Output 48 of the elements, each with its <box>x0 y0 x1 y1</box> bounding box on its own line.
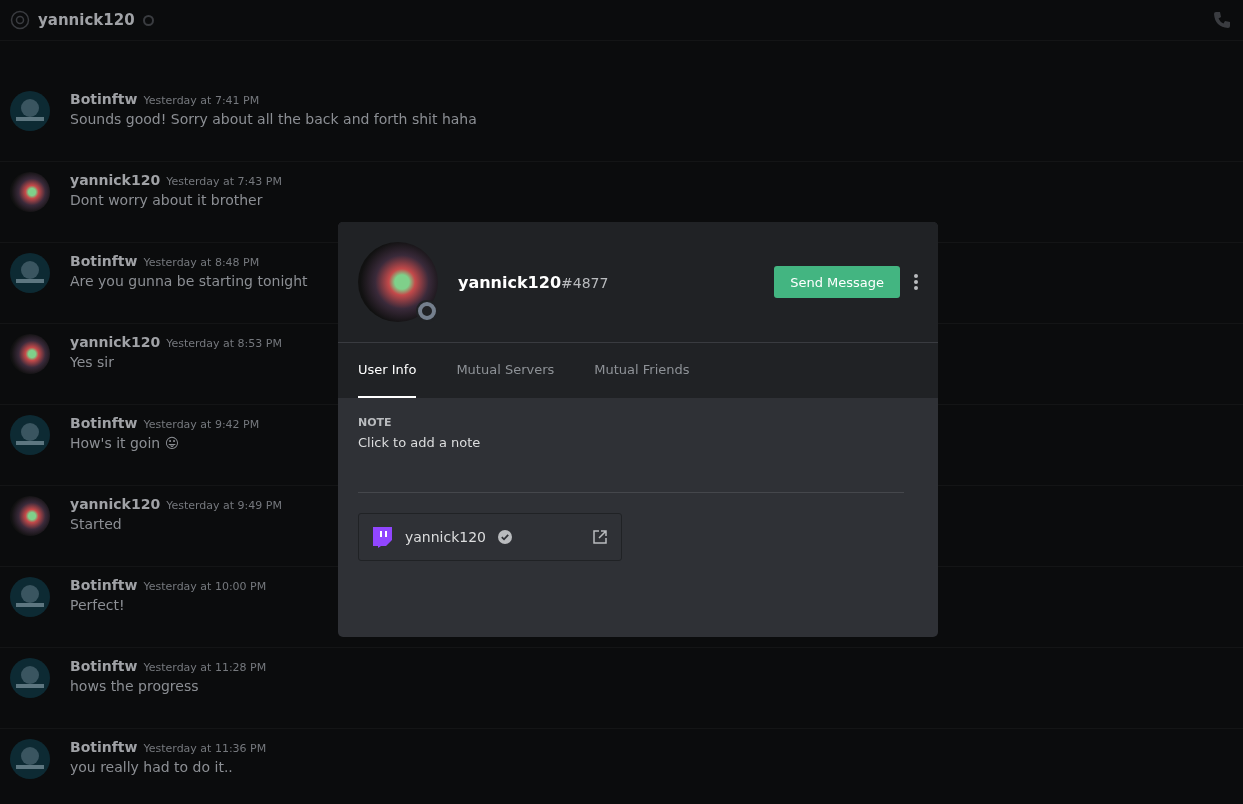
note-field[interactable]: Click to add a note <box>358 429 904 493</box>
avatar-logo <box>10 739 50 779</box>
message-text: hows the progress <box>70 678 200 694</box>
message-timestamp: Yesterday at 9:42 PM <box>143 418 260 431</box>
message-text: Sounds good! Sorry about all the back and forth shit haha <box>70 111 477 127</box>
message-text: you really had to do it.. <box>70 759 234 775</box>
message-timestamp: Yesterday at 8:53 PM <box>166 337 282 350</box>
channel-title: yannick120 <box>38 11 135 29</box>
profile-username: yannick120#4877 <box>458 272 609 292</box>
avatar-logo <box>10 577 50 617</box>
message-timestamp: Yesterday at 11:28 PM <box>143 661 267 674</box>
message-author[interactable]: Botinftw <box>70 739 138 755</box>
message-timestamp: Yesterday at 7:43 PM <box>166 175 282 188</box>
message-text: Are you gunna be starting tonight <box>70 273 308 289</box>
profile-tab[interactable]: Mutual Friends <box>594 343 690 398</box>
message-timestamp: Yesterday at 9:49 PM <box>166 499 282 512</box>
avatar-logo <box>10 91 50 131</box>
message-timestamp: Yesterday at 10:00 PM <box>143 580 267 593</box>
avatar-logo <box>10 658 50 698</box>
message-author[interactable]: yannick120 <box>70 334 161 350</box>
message-author[interactable]: Botinftw <box>70 91 138 107</box>
message-text: Yes sir <box>70 354 115 370</box>
message-author[interactable]: Botinftw <box>70 415 138 431</box>
message-author[interactable]: Botinftw <box>70 577 138 593</box>
profile-tab[interactable]: Mutual Servers <box>456 343 555 398</box>
external-link-icon[interactable] <box>593 530 607 544</box>
connection-name: yannick120 <box>405 529 487 545</box>
avatar-logo <box>10 253 50 293</box>
message-author[interactable]: yannick120 <box>70 172 161 188</box>
profile-tab[interactable]: User Info <box>358 343 417 398</box>
message-author[interactable]: yannick120 <box>70 496 161 512</box>
note-heading: NOTE <box>358 416 393 429</box>
message-text: Dont worry about it brother <box>70 192 264 208</box>
more-options-icon[interactable] <box>914 274 918 290</box>
message-author[interactable]: Botinftw <box>70 253 138 269</box>
message-timestamp: Yesterday at 11:36 PM <box>143 742 267 755</box>
message-text: Started <box>70 516 123 532</box>
message-text: How's it goin 😛 <box>70 435 181 451</box>
message-author[interactable]: Botinftw <box>70 658 138 674</box>
avatar-logo <box>10 415 50 455</box>
avatar-nebula-image <box>10 172 50 212</box>
message-timestamp: Yesterday at 8:48 PM <box>143 256 260 269</box>
twitch-logo-icon <box>371 526 393 548</box>
avatar-nebula-image <box>10 334 50 374</box>
status-icon <box>142 14 154 26</box>
avatar-nebula-image <box>10 496 50 536</box>
message-timestamp: Yesterday at 7:41 PM <box>143 94 260 107</box>
message-text: Perfect! <box>70 597 126 613</box>
